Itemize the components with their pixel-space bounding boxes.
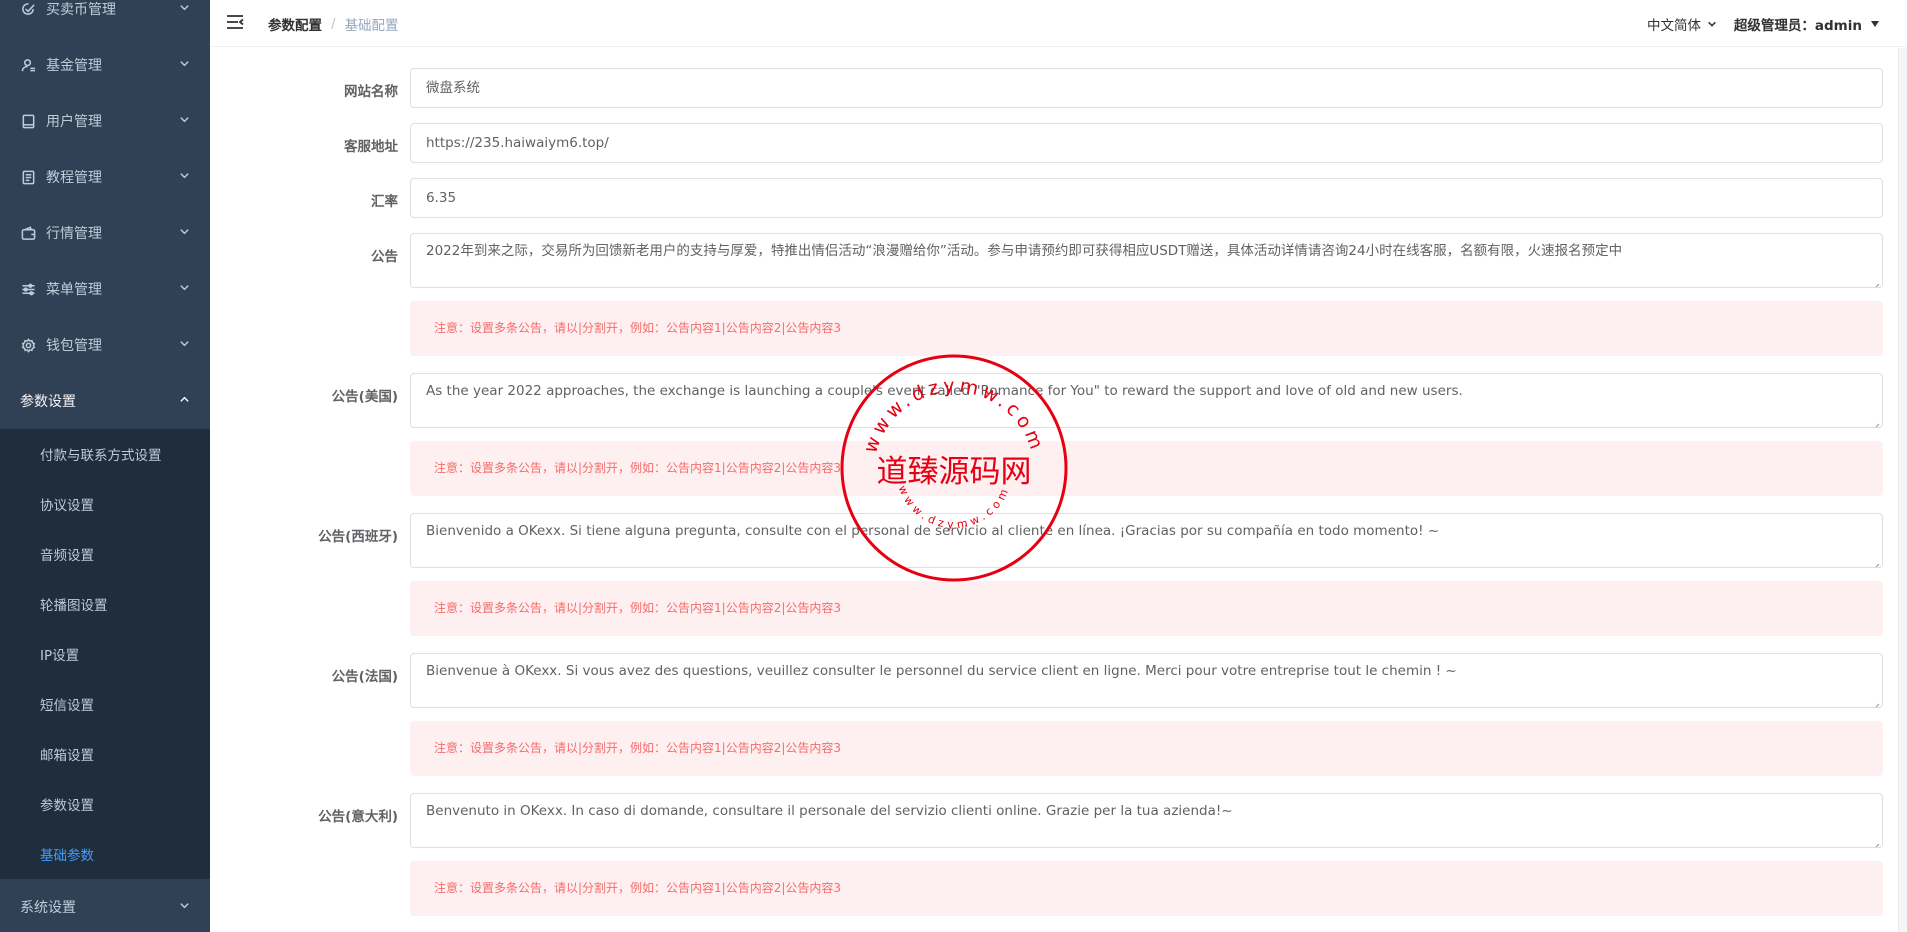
sidebar-subitem-basic[interactable]: 基础参数 — [0, 829, 210, 879]
resize-grip-icon[interactable] — [1872, 557, 1880, 567]
sidebar-submenu-params: 付款与联系方式设置 协议设置 音频设置 轮播图设置 IP设置 短信设置 邮箱设置… — [0, 429, 210, 879]
sidebar-item-label: 基金管理 — [46, 58, 102, 74]
breadcrumb-item[interactable]: 参数配置 — [268, 14, 322, 34]
sidebar-item-label: 教程管理 — [46, 170, 102, 186]
form-label: 网站名称 — [344, 84, 398, 100]
notice-text: Benvenuto in OKexx. In caso di domande, … — [426, 803, 1233, 819]
exchange-rate-input[interactable]: 6.35 — [410, 178, 1883, 218]
form-label: 汇率 — [371, 194, 398, 210]
sidebar-item-label: 用户管理 — [46, 114, 102, 130]
document-icon — [20, 169, 36, 185]
notice-hint-alert: 注意：设置多条公告，请以|分割开，例如：公告内容1|公告内容2|公告内容3 — [410, 861, 1883, 916]
form-label: 公告 — [371, 249, 398, 265]
language-label: 中文简体 — [1647, 18, 1701, 34]
sidebar-item-system[interactable]: 系统设置 — [0, 879, 210, 932]
gear-icon — [20, 337, 36, 353]
chevron-down-icon — [179, 1, 190, 17]
notice-text: As the year 2022 approaches, the exchang… — [426, 383, 1463, 399]
sidebar-item-menu[interactable]: 菜单管理 — [0, 261, 210, 317]
caret-down-icon — [1871, 21, 1879, 27]
hamburger-icon[interactable] — [226, 13, 244, 31]
notice-text: 2022年到来之际，交易所为回馈新老用户的支持与厚爱，特推出情侣活动“浪漫赠给你… — [426, 243, 1623, 259]
form-label: 公告(意大利) — [318, 809, 398, 825]
user-icon — [20, 57, 36, 73]
user-dropdown[interactable]: 超级管理员：admin — [1734, 14, 1879, 34]
chevron-down-icon — [179, 57, 190, 73]
sidebar-item-label: 钱包管理 — [46, 338, 102, 354]
sidebar-item-wallet[interactable]: 钱包管理 — [0, 317, 210, 373]
form-label: 客服地址 — [344, 139, 398, 155]
sidebar-subitem-params[interactable]: 参数设置 — [0, 779, 210, 829]
sidebar-item-label: 买卖币管理 — [46, 2, 116, 18]
navbar: 参数配置 / 基础配置 中文简体 超级管理员：admin — [210, 0, 1907, 47]
sidebar-item-label: 系统设置 — [20, 900, 76, 916]
sidebar-subitem-ip[interactable]: IP设置 — [0, 629, 210, 679]
sidebar-item-market[interactable]: 行情管理 — [0, 205, 210, 261]
form-container: 网站名称 微盘系统 客服地址 https://235.haiwaiym6.top… — [210, 48, 1907, 932]
sidebar-item-label: 菜单管理 — [46, 282, 102, 298]
breadcrumb: 参数配置 / 基础配置 — [268, 14, 399, 34]
chevron-up-icon — [179, 393, 190, 409]
page-scrollbar[interactable] — [1898, 48, 1907, 932]
service-url-input[interactable]: https://235.haiwaiym6.top/ — [410, 123, 1883, 163]
chevron-down-icon — [179, 899, 190, 915]
check-circle-icon — [20, 1, 36, 17]
book-icon — [20, 113, 36, 129]
wallet-icon — [20, 225, 36, 241]
notice-textarea[interactable]: 2022年到来之际，交易所为回馈新老用户的支持与厚爱，特推出情侣活动“浪漫赠给你… — [410, 233, 1883, 288]
sidebar-subitem-agreement[interactable]: 协议设置 — [0, 479, 210, 529]
sidebar-item-fund[interactable]: 基金管理 — [0, 37, 210, 93]
notice-es-textarea[interactable]: Bienvenido a OKexx. Si tiene alguna preg… — [410, 513, 1883, 568]
sidebar-item-label: 参数设置 — [20, 394, 76, 410]
sidebar-item-users[interactable]: 用户管理 — [0, 93, 210, 149]
notice-hint-alert: 注意：设置多条公告，请以|分割开，例如：公告内容1|公告内容2|公告内容3 — [410, 441, 1883, 496]
sidebar-item-trade[interactable]: 买卖币管理 — [0, 0, 210, 37]
sidebar-subitem-payment[interactable]: 付款与联系方式设置 — [0, 429, 210, 479]
chevron-down-icon — [179, 169, 190, 185]
notice-fr-textarea[interactable]: Bienvenue à OKexx. Si vous avez des ques… — [410, 653, 1883, 708]
chevron-down-icon — [179, 113, 190, 129]
chevron-down-icon — [179, 337, 190, 353]
chevron-down-icon — [1708, 21, 1716, 27]
notice-hint-alert: 注意：设置多条公告，请以|分割开，例如：公告内容1|公告内容2|公告内容3 — [410, 301, 1883, 356]
resize-grip-icon[interactable] — [1872, 277, 1880, 287]
sidebar-subitem-email[interactable]: 邮箱设置 — [0, 729, 210, 779]
notice-text: Bienvenido a OKexx. Si tiene alguna preg… — [426, 523, 1440, 539]
sidebar-subitem-audio[interactable]: 音频设置 — [0, 529, 210, 579]
sidebar-item-params[interactable]: 参数设置 — [0, 373, 210, 429]
form-label: 公告(西班牙) — [318, 529, 398, 545]
breadcrumb-current: 基础配置 — [344, 18, 399, 34]
resize-grip-icon[interactable] — [1872, 837, 1880, 847]
language-dropdown[interactable]: 中文简体 — [1647, 14, 1717, 34]
breadcrumb-separator: / — [331, 16, 336, 32]
sidebar-item-label: 行情管理 — [46, 226, 102, 242]
resize-grip-icon[interactable] — [1872, 417, 1880, 427]
notice-hint-alert: 注意：设置多条公告，请以|分割开，例如：公告内容1|公告内容2|公告内容3 — [410, 581, 1883, 636]
sidebar-subitem-carousel[interactable]: 轮播图设置 — [0, 579, 210, 629]
resize-grip-icon[interactable] — [1872, 697, 1880, 707]
notice-it-textarea[interactable]: Benvenuto in OKexx. In caso di domande, … — [410, 793, 1883, 848]
sidebar-subitem-sms[interactable]: 短信设置 — [0, 679, 210, 729]
chevron-down-icon — [179, 225, 190, 241]
chevron-down-icon — [179, 281, 190, 297]
user-name: 超级管理员：admin — [1733, 18, 1862, 34]
site-name-input[interactable]: 微盘系统 — [410, 68, 1883, 108]
notice-text: Bienvenue à OKexx. Si vous avez des ques… — [426, 663, 1457, 679]
sidebar: 买卖币管理 基金管理 用户管理 教程管理 行情管理 菜单管理 钱包管理 参数设置… — [0, 0, 210, 932]
sliders-icon — [20, 281, 36, 297]
form-label: 公告(美国) — [331, 389, 398, 405]
notice-hint-alert: 注意：设置多条公告，请以|分割开，例如：公告内容1|公告内容2|公告内容3 — [410, 721, 1883, 776]
notice-us-textarea[interactable]: As the year 2022 approaches, the exchang… — [410, 373, 1883, 428]
sidebar-item-tutorial[interactable]: 教程管理 — [0, 149, 210, 205]
form-label: 公告(法国) — [331, 669, 398, 685]
